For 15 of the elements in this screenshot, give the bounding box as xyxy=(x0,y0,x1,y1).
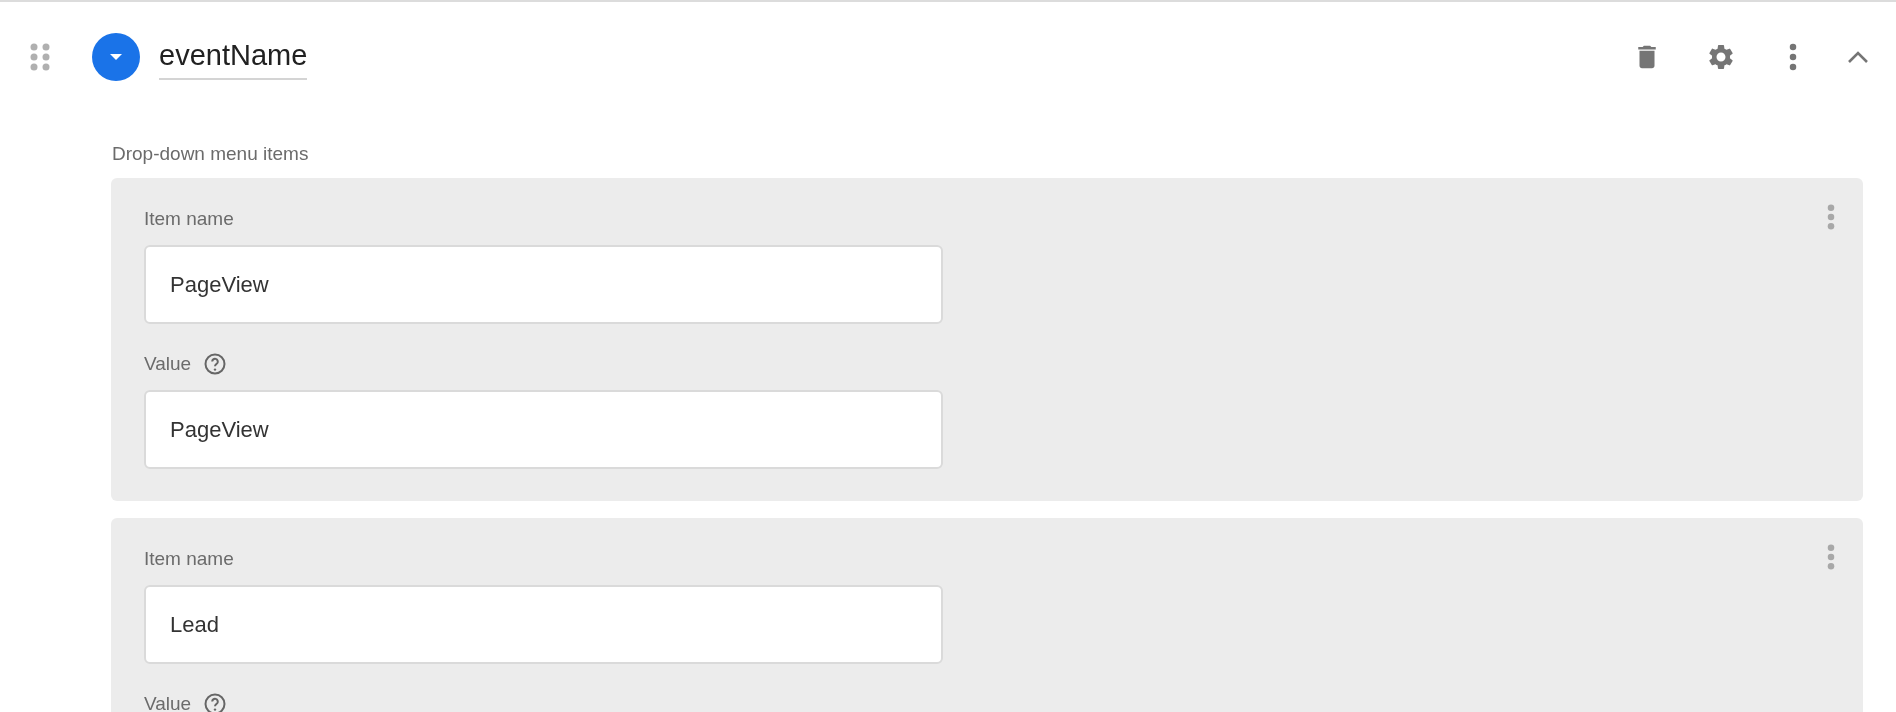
field-label: Item name xyxy=(144,548,234,570)
field-label: Value xyxy=(144,693,192,712)
settings-icon[interactable] xyxy=(1706,42,1736,72)
item-name-field[interactable]: PageView xyxy=(144,245,943,324)
field-label: Value xyxy=(144,353,192,375)
help-icon[interactable] xyxy=(203,692,228,712)
field-label: Item name xyxy=(144,208,234,230)
drag-handle-icon[interactable] xyxy=(30,43,50,71)
field-name[interactable]: eventName xyxy=(159,34,308,80)
item-name-field[interactable]: Lead xyxy=(144,585,943,664)
section-label: Drop-down menu items xyxy=(112,142,309,166)
value-field[interactable]: PageView xyxy=(144,390,943,469)
help-icon[interactable] xyxy=(203,352,228,376)
collapse-icon[interactable] xyxy=(1846,49,1870,65)
dropdown-type-icon[interactable] xyxy=(92,33,140,81)
